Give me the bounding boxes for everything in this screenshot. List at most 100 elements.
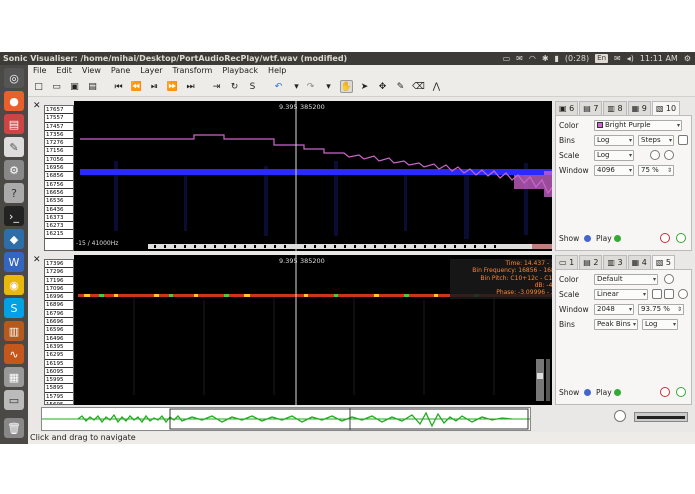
- image-viewer-icon[interactable]: ▦: [4, 367, 24, 387]
- scale-select[interactable]: Log: [594, 150, 634, 161]
- menu-file[interactable]: File: [28, 65, 51, 77]
- zoom-slider[interactable]: [634, 412, 688, 422]
- trash-icon[interactable]: 🗑: [4, 418, 24, 438]
- menu-view[interactable]: View: [77, 65, 106, 77]
- select-tool-icon[interactable]: ➤: [358, 80, 371, 93]
- fast-forward-icon[interactable]: ⏩: [166, 80, 179, 93]
- menu-help[interactable]: Help: [263, 65, 291, 77]
- wifi-icon[interactable]: ◠: [529, 52, 536, 65]
- redo-icon[interactable]: ↷: [304, 80, 317, 93]
- skype-icon[interactable]: S: [4, 298, 24, 318]
- bins-mode-select-2[interactable]: Log: [642, 319, 678, 330]
- tab-layer-2[interactable]: ▤ 2: [579, 255, 603, 269]
- new-session-icon[interactable]: □: [32, 80, 45, 93]
- volume-icon[interactable]: ◂): [627, 52, 634, 65]
- battery-icon[interactable]: ▮: [555, 52, 559, 65]
- gain-dial-2-icon[interactable]: [678, 289, 688, 299]
- show-toggle-2-icon[interactable]: [584, 389, 591, 396]
- filter-toggle-icon[interactable]: [664, 289, 674, 299]
- play-pause-icon[interactable]: ⏯: [148, 80, 161, 93]
- mail-icon[interactable]: ✉: [516, 52, 523, 65]
- menu-layer[interactable]: Layer: [135, 65, 167, 77]
- zoom-dial-icon[interactable]: [614, 410, 626, 422]
- close-pane-1-icon[interactable]: ✕: [33, 101, 41, 111]
- stack-icon[interactable]: ▥: [4, 321, 24, 341]
- pane1-spectrogram[interactable]: 9.395 385200 -15 / 41000Hz: [74, 101, 576, 251]
- navigate-tool-icon[interactable]: ✋: [340, 80, 353, 93]
- text-editor-icon[interactable]: ✎: [4, 137, 24, 157]
- loop-icon[interactable]: ↻: [228, 80, 241, 93]
- show-toggle-icon[interactable]: [584, 235, 591, 242]
- tab-layer-6[interactable]: ▣ 6: [555, 101, 579, 115]
- mail-indicator-icon[interactable]: ✉: [614, 52, 621, 65]
- zoom-slider-handle[interactable]: [637, 416, 685, 419]
- terminal-icon[interactable]: ›_: [4, 206, 24, 226]
- playback-pan-dial-icon[interactable]: [676, 233, 686, 243]
- folder-icon[interactable]: ▭: [503, 52, 511, 65]
- color-select-2[interactable]: Default: [594, 274, 658, 285]
- menu-playback[interactable]: Playback: [217, 65, 263, 77]
- window-overlap-select-2[interactable]: 93.75 %: [638, 304, 684, 315]
- scale-select-2[interactable]: Linear: [594, 289, 648, 300]
- color-rotation-dial-icon[interactable]: [664, 274, 674, 284]
- move-tool-icon[interactable]: ✥: [376, 80, 389, 93]
- window-overlap-select[interactable]: 75 %: [638, 165, 674, 176]
- word-icon[interactable]: W: [4, 252, 24, 272]
- redo-dropdown-icon[interactable]: ▾: [322, 80, 335, 93]
- save-icon[interactable]: ▣: [68, 80, 81, 93]
- playback-pan-dial-2-icon[interactable]: [676, 387, 686, 397]
- open-icon[interactable]: ▭: [50, 80, 63, 93]
- chrome-icon[interactable]: ◉: [4, 275, 24, 295]
- tab-layer-4[interactable]: ▦ 4: [627, 255, 651, 269]
- tab-layer-1[interactable]: ▭ 1: [555, 255, 579, 269]
- measure-tool-icon[interactable]: ⋀: [430, 80, 443, 93]
- dash-icon[interactable]: ◎: [4, 68, 24, 88]
- solo-icon[interactable]: S: [246, 80, 259, 93]
- drive-icon[interactable]: ▭: [4, 390, 24, 410]
- menu-pane[interactable]: Pane: [106, 65, 135, 77]
- gain-dial-icon[interactable]: [650, 150, 660, 160]
- draw-tool-icon[interactable]: ✎: [394, 80, 407, 93]
- clock[interactable]: 11:11 AM: [640, 52, 678, 65]
- tab-layer-5[interactable]: ▧ 5: [651, 255, 676, 269]
- settings-icon[interactable]: ⚙: [4, 160, 24, 180]
- undo-dropdown-icon[interactable]: ▾: [290, 80, 303, 93]
- tab-layer-9[interactable]: ▦ 9: [627, 101, 651, 115]
- app-icon[interactable]: ?: [4, 183, 24, 203]
- tab-layer-7[interactable]: ▤ 7: [579, 101, 603, 115]
- rewind-icon[interactable]: ⏪: [130, 80, 143, 93]
- menu-transform[interactable]: Transform: [168, 65, 218, 77]
- erase-tool-icon[interactable]: ⌫: [412, 80, 425, 93]
- overview-waveform[interactable]: [41, 407, 531, 431]
- save-as-icon[interactable]: ▤: [86, 80, 99, 93]
- undo-icon[interactable]: ↶: [272, 80, 285, 93]
- bins-select-2[interactable]: Peak Bins: [594, 319, 638, 330]
- play-toggle-2-icon[interactable]: [614, 389, 621, 396]
- normalize-toggle-icon[interactable]: [652, 289, 662, 299]
- bins-select[interactable]: Log: [594, 135, 634, 146]
- playback-gain-dial-2-icon[interactable]: [660, 387, 670, 397]
- tab-layer-8[interactable]: ▥ 8: [603, 101, 627, 115]
- bluetooth-icon[interactable]: ✱: [542, 52, 549, 65]
- bins-toggle-icon[interactable]: [678, 135, 688, 145]
- pane2-spectrogram[interactable]: 9.395 385200 Time: 14.437 - 14.496 Bin F…: [74, 255, 576, 405]
- tab-layer-3[interactable]: ▥ 3: [603, 255, 627, 269]
- files-icon[interactable]: ▤: [4, 114, 24, 134]
- close-pane-2-icon[interactable]: ✕: [33, 255, 41, 265]
- playback-gain-dial-icon[interactable]: [660, 233, 670, 243]
- vscode-icon[interactable]: ◆: [4, 229, 24, 249]
- color-select[interactable]: Bright Purple: [594, 120, 682, 131]
- keyboard-layout[interactable]: En: [595, 54, 608, 63]
- window-size-select-2[interactable]: 2048: [594, 304, 634, 315]
- firefox-icon[interactable]: ●: [4, 91, 24, 111]
- bins-mode-select[interactable]: Steps: [638, 135, 674, 146]
- play-selection-icon[interactable]: ⇥: [210, 80, 223, 93]
- ffwd-end-icon[interactable]: ⏭: [184, 80, 197, 93]
- sonic-visualiser-icon[interactable]: ∿: [4, 344, 24, 364]
- power-icon[interactable]: ⚙: [684, 52, 691, 65]
- menu-edit[interactable]: Edit: [51, 65, 77, 77]
- play-toggle-icon[interactable]: [614, 235, 621, 242]
- rewind-start-icon[interactable]: ⏮: [112, 80, 125, 93]
- window-size-select[interactable]: 4096: [594, 165, 634, 176]
- threshold-dial-icon[interactable]: [664, 150, 674, 160]
